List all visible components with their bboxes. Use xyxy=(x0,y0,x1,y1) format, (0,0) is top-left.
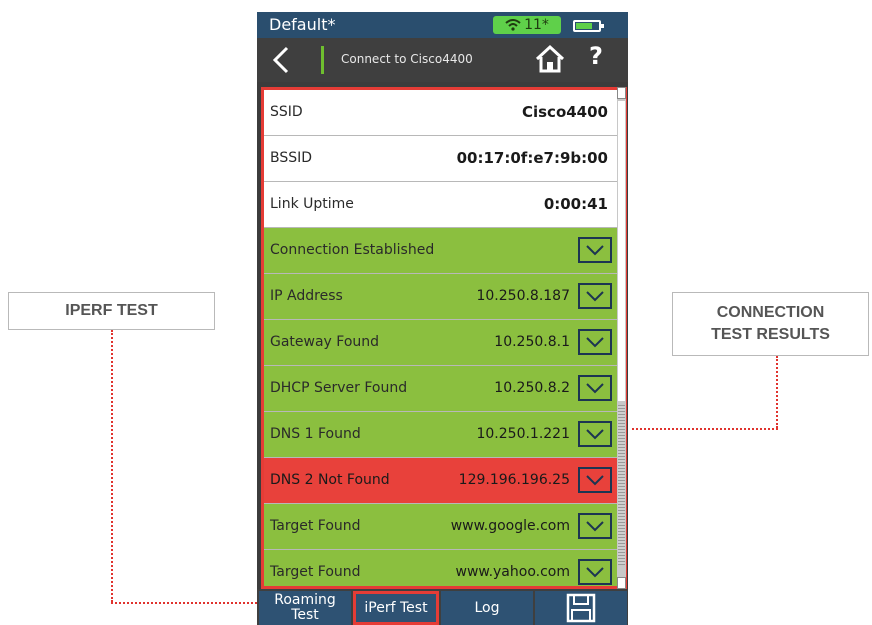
scroll-thumb[interactable] xyxy=(618,101,625,401)
navigation-bar: Connect to Cisco4400 ? xyxy=(257,38,628,82)
roaming-test-button[interactable]: Roaming Test xyxy=(259,591,351,625)
list-scrollbar[interactable] xyxy=(617,87,626,589)
expand-chevron-icon[interactable] xyxy=(578,467,612,493)
conn-leader-vertical xyxy=(776,356,778,428)
profile-name: Default* xyxy=(269,15,336,34)
wifi-icon xyxy=(505,19,521,31)
wifi-count: 11* xyxy=(524,17,549,33)
row-value: 10.250.8.1 xyxy=(494,334,570,350)
row-label: SSID xyxy=(270,104,303,120)
expand-chevron-icon[interactable] xyxy=(578,559,612,585)
row-label: DHCP Server Found xyxy=(270,380,408,396)
iperf-leader-vertical xyxy=(111,330,113,602)
page-title: Connect to Cisco4400 xyxy=(341,52,473,66)
scroll-grip[interactable] xyxy=(618,405,625,565)
info-row-ssid: SSID Cisco4400 xyxy=(264,90,618,136)
iperf-test-label: iPerf Test xyxy=(364,599,428,616)
row-value: 10.250.8.2 xyxy=(494,380,570,396)
back-chevron-icon[interactable] xyxy=(265,44,301,76)
row-value: 0:00:41 xyxy=(543,195,608,213)
info-row-link-uptime: Link Uptime 0:00:41 xyxy=(264,182,618,228)
row-value: 10.250.8.187 xyxy=(476,288,570,304)
test-row-target-yahoo[interactable]: Target Found www.yahoo.com xyxy=(264,550,618,586)
status-bar: Default* 11* xyxy=(257,12,628,38)
row-value: 00:17:0f:e7:9b:00 xyxy=(456,149,608,167)
row-label: BSSID xyxy=(270,150,313,166)
device-screen: Default* 11* Connect to Cisco4400 ? SSID… xyxy=(257,12,628,625)
nav-separator xyxy=(321,46,324,74)
connection-callout-label: CONNECTION TEST RESULTS xyxy=(711,302,830,346)
scroll-up-arrow-icon[interactable] xyxy=(617,87,626,99)
test-row-ip-address[interactable]: IP Address 10.250.8.187 xyxy=(264,274,618,320)
roaming-test-label: Roaming Test xyxy=(274,593,336,623)
row-label: Link Uptime xyxy=(270,196,354,212)
test-row-dns2[interactable]: DNS 2 Not Found 129.196.196.25 xyxy=(264,458,618,504)
expand-chevron-icon[interactable] xyxy=(578,513,612,539)
iperf-callout-label: IPERF TEST xyxy=(65,302,158,319)
expand-chevron-icon[interactable] xyxy=(578,375,612,401)
expand-chevron-icon[interactable] xyxy=(578,421,612,447)
expand-chevron-icon[interactable] xyxy=(578,283,612,309)
iperf-test-button[interactable]: iPerf Test xyxy=(353,591,439,625)
connection-results-callout: CONNECTION TEST RESULTS xyxy=(672,292,869,356)
connection-callout-line1: CONNECTION xyxy=(716,304,825,321)
row-value: 10.250.1.221 xyxy=(476,426,570,442)
iperf-leader-horizontal xyxy=(111,602,261,604)
save-button[interactable] xyxy=(535,591,627,625)
bottom-toolbar: Roaming Test iPerf Test Log xyxy=(257,589,628,625)
scroll-down-arrow-icon[interactable] xyxy=(617,577,626,589)
results-rows: SSID Cisco4400 BSSID 00:17:0f:e7:9b:00 L… xyxy=(264,90,618,586)
row-label: Gateway Found xyxy=(270,334,380,350)
row-label: Target Found xyxy=(270,564,361,580)
iperf-test-callout: IPERF TEST xyxy=(8,292,215,330)
row-value: www.yahoo.com xyxy=(455,564,571,580)
row-label: DNS 1 Found xyxy=(270,426,361,442)
conn-leader-horizontal xyxy=(632,428,778,430)
log-button[interactable]: Log xyxy=(441,591,533,625)
row-value: 129.196.196.25 xyxy=(458,472,570,488)
save-icon xyxy=(566,593,596,623)
row-value: Cisco4400 xyxy=(521,103,608,121)
row-value: www.google.com xyxy=(450,518,570,534)
row-label: IP Address xyxy=(270,288,343,304)
log-label: Log xyxy=(474,599,500,616)
row-label: Target Found xyxy=(270,518,361,534)
home-icon[interactable] xyxy=(533,44,567,74)
row-label: DNS 2 Not Found xyxy=(270,472,390,488)
expand-chevron-icon[interactable] xyxy=(578,237,612,263)
expand-chevron-icon[interactable] xyxy=(578,329,612,355)
test-row-dns1[interactable]: DNS 1 Found 10.250.1.221 xyxy=(264,412,618,458)
roaming-line2: Test xyxy=(291,607,319,623)
connection-callout-line2: TEST RESULTS xyxy=(711,326,830,343)
battery-icon xyxy=(573,20,604,32)
test-row-dhcp[interactable]: DHCP Server Found 10.250.8.2 xyxy=(264,366,618,412)
help-icon[interactable]: ? xyxy=(589,42,603,70)
connection-results-list: SSID Cisco4400 BSSID 00:17:0f:e7:9b:00 L… xyxy=(261,87,627,589)
info-row-bssid: BSSID 00:17:0f:e7:9b:00 xyxy=(264,136,618,182)
test-row-target-google[interactable]: Target Found www.google.com xyxy=(264,504,618,550)
test-row-gateway[interactable]: Gateway Found 10.250.8.1 xyxy=(264,320,618,366)
test-row-connection[interactable]: Connection Established xyxy=(264,228,618,274)
wifi-status-badge: 11* xyxy=(493,16,561,34)
roaming-line1: Roaming xyxy=(274,592,336,608)
row-label: Connection Established xyxy=(270,242,435,258)
